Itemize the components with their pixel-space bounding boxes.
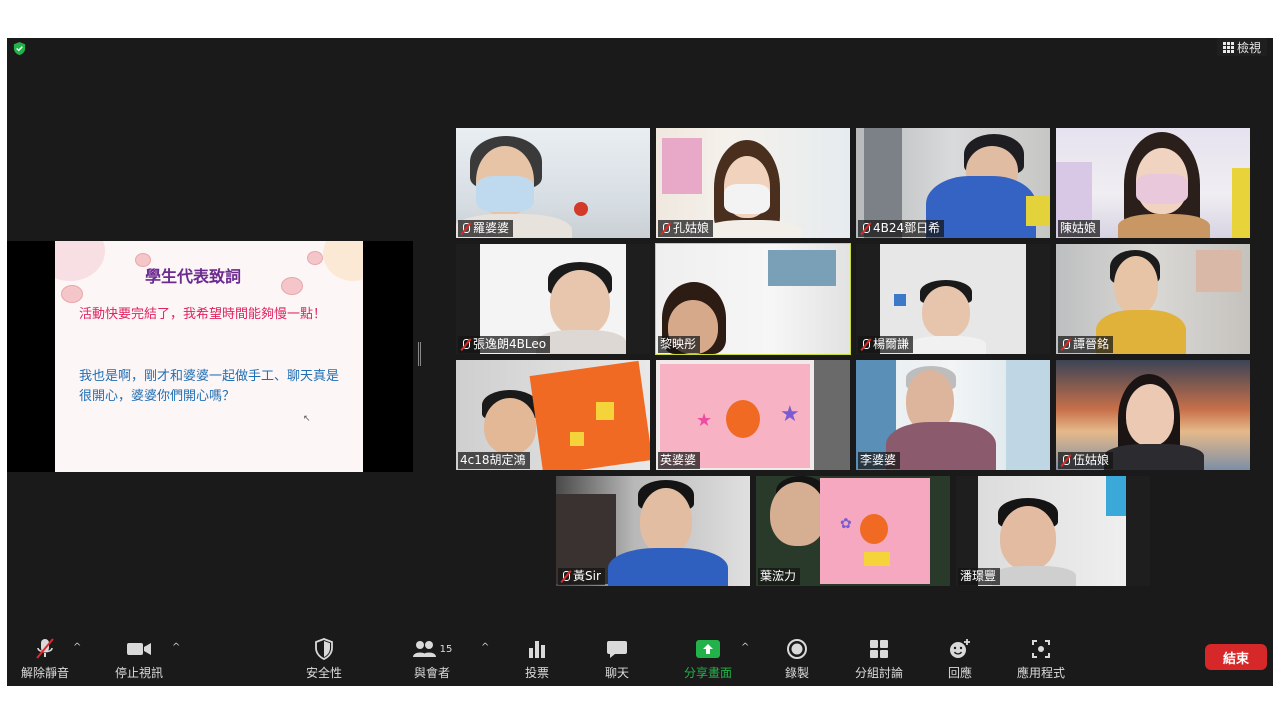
record-button[interactable]: 錄製 [775, 630, 819, 686]
participant-name-tag: 英婆婆 [658, 452, 701, 469]
polls-button[interactable]: 投票 [515, 630, 559, 686]
security-button[interactable]: 安全性 [299, 630, 349, 686]
participants-button[interactable]: 15 與會者 [407, 630, 457, 686]
slide-title: 學生代表致詞 [145, 267, 242, 286]
meeting-window: 檢視 學生代表致詞 活動快要完結了，我希望時間能夠慢一點！ 我也是啊，剛才和婆婆… [7, 38, 1273, 686]
video-tile[interactable]: 陳姑娘 [1056, 128, 1250, 238]
apps-button[interactable]: 應用程式 [1011, 630, 1071, 686]
video-tile[interactable]: 李婆婆 [856, 360, 1050, 470]
video-tile[interactable]: 潘璟豐 [956, 476, 1150, 586]
video-camera-icon [126, 636, 152, 662]
chat-button[interactable]: 聊天 [595, 630, 639, 686]
muted-mic-icon [34, 636, 56, 662]
reactions-button[interactable]: 回應 [937, 630, 983, 686]
participant-name-tag: 4B24鄧日希 [858, 220, 945, 237]
slide-text-blue: 我也是啊，剛才和婆婆一起做手工、聊天真是很開心，婆婆你們開心嗎？ [79, 369, 340, 404]
pointer-icon: ↖ [303, 414, 311, 424]
share-screen-button[interactable]: 分享畫面 [679, 630, 737, 686]
breakout-rooms-button[interactable]: 分組討論 [851, 630, 907, 686]
shield-icon [314, 636, 334, 662]
participant-name-tag: 羅婆婆 [458, 220, 514, 237]
video-tile[interactable]: 楊爾謙 [856, 244, 1050, 354]
lantern-icon [281, 277, 303, 295]
muted-mic-icon [1060, 454, 1071, 467]
encryption-shield-icon[interactable] [12, 41, 27, 56]
muted-mic-icon [460, 338, 471, 351]
video-tile[interactable]: 4B24鄧日希 [856, 128, 1050, 238]
participant-name-tag: 黃Sir [558, 568, 605, 585]
video-tile[interactable]: 張逸朗4BLeo [456, 244, 650, 354]
video-tile[interactable]: 羅婆婆 [456, 128, 650, 238]
lantern-icon [61, 285, 83, 303]
participant-name-tag: 葉浤力 [758, 568, 801, 585]
slide-decoration [55, 241, 105, 281]
video-tile[interactable]: 譚晉銘 [1056, 244, 1250, 354]
slide-decoration [323, 241, 363, 281]
participant-name-tag: 潘璟豐 [958, 568, 1001, 585]
participant-name-tag: 黎映彤 [658, 336, 701, 353]
chat-bubble-icon [606, 636, 628, 662]
muted-mic-icon [860, 222, 871, 235]
meeting-toolbar: 解除靜音 ^ 停止視訊 ^ 安全性 15 與會者 ^ 投票 聊天 分享畫面 ^ … [7, 630, 1273, 686]
breakout-rooms-icon [869, 636, 889, 662]
video-tile[interactable]: 孔姑娘 [656, 128, 850, 238]
end-meeting-button[interactable]: 結束 [1205, 644, 1267, 670]
participant-name-tag: 楊爾謙 [858, 336, 914, 353]
lantern-icon [307, 251, 323, 265]
unmute-button[interactable]: 解除靜音 [17, 630, 73, 686]
view-button-label: 檢視 [1236, 40, 1261, 55]
muted-mic-icon [1060, 338, 1071, 351]
stop-video-button[interactable]: 停止視訊 [109, 630, 169, 686]
participant-name-tag: 4c18胡定鴻 [458, 452, 530, 469]
video-tile[interactable]: ★ ★ 英婆婆 [656, 360, 850, 470]
record-icon [786, 636, 808, 662]
bar-chart-icon [527, 636, 547, 662]
emoji-plus-icon [948, 636, 972, 662]
video-options-caret[interactable]: ^ [172, 642, 180, 653]
muted-mic-icon [460, 222, 471, 235]
participant-name-tag: 陳姑娘 [1058, 220, 1101, 237]
video-tile[interactable]: 4c18胡定鴻 [456, 360, 650, 470]
video-tile[interactable]: 黃Sir [556, 476, 750, 586]
apps-icon [1030, 636, 1052, 662]
participant-name-tag: 李婆婆 [858, 452, 901, 469]
video-tile-active-speaker[interactable]: 黎映彤 [655, 243, 851, 355]
grid-view-icon [1222, 41, 1234, 53]
participants-options-caret[interactable]: ^ [481, 642, 489, 653]
muted-mic-icon [560, 570, 571, 583]
video-tile[interactable]: 伍姑娘 [1056, 360, 1250, 470]
participant-name-tag: 譚晉銘 [1058, 336, 1114, 353]
muted-mic-icon [660, 222, 671, 235]
share-options-caret[interactable]: ^ [741, 642, 749, 653]
video-tile[interactable]: ✿ 葉浤力 [756, 476, 950, 586]
muted-mic-icon [860, 338, 871, 351]
presentation-slide: 學生代表致詞 活動快要完結了，我希望時間能夠慢一點！ 我也是啊，剛才和婆婆一起做… [55, 241, 363, 472]
participants-icon: 15 [412, 636, 453, 662]
participant-name-tag: 伍姑娘 [1058, 452, 1114, 469]
shared-screen[interactable]: 學生代表致詞 活動快要完結了，我希望時間能夠慢一點！ 我也是啊，剛才和婆婆一起做… [7, 241, 413, 472]
participant-name-tag: 孔姑娘 [658, 220, 714, 237]
share-screen-icon [696, 636, 720, 662]
participants-count: 15 [439, 643, 453, 655]
resize-handle[interactable] [418, 342, 421, 366]
view-button[interactable]: 檢視 [1217, 38, 1267, 56]
audio-options-caret[interactable]: ^ [73, 642, 81, 653]
participant-name-tag: 張逸朗4BLeo [458, 336, 551, 353]
slide-text-pink: 活動快要完結了，我希望時間能夠慢一點！ [79, 307, 327, 322]
